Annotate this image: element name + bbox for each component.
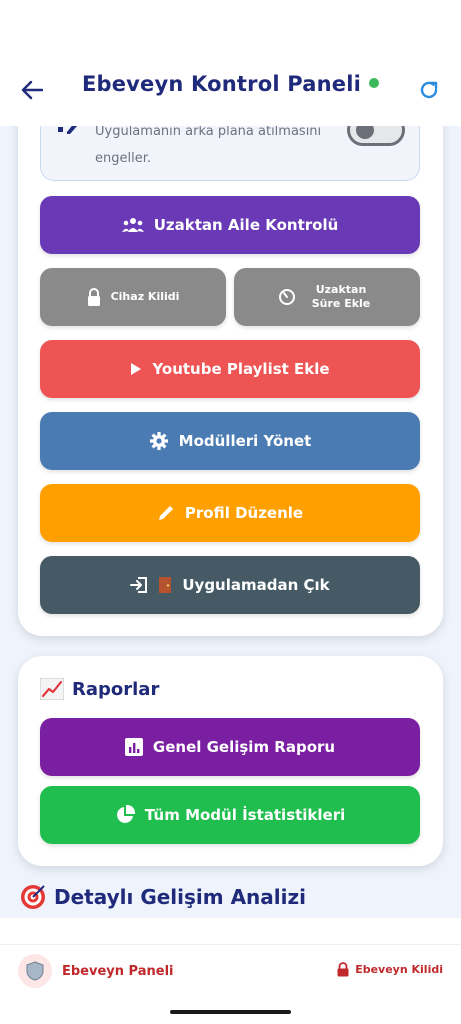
refresh-button[interactable] xyxy=(415,76,443,104)
target-icon xyxy=(21,885,45,909)
reports-title: Raporlar xyxy=(72,678,160,700)
chart-increasing-icon xyxy=(40,678,64,700)
app-header: Ebeveyn Kontrol Paneli xyxy=(0,0,461,126)
shield-icon xyxy=(26,961,44,981)
lock-icon xyxy=(87,288,101,306)
online-status-dot xyxy=(369,78,380,88)
bar-chart-icon xyxy=(124,738,143,756)
gear-icon xyxy=(149,431,169,451)
parent-lock-label: Ebeveyn Kilidi xyxy=(355,963,443,976)
parent-panel-label: Ebeveyn Paneli xyxy=(62,963,174,979)
control-card: Uygulamanın arka plana atılmasını engell… xyxy=(18,96,443,636)
home-indicator xyxy=(170,1010,291,1014)
remote-family-control-button[interactable]: Uzaktan Aile Kontrolü xyxy=(40,196,420,254)
door-icon xyxy=(158,576,172,594)
general-report-button[interactable]: Genel Gelişim Raporu xyxy=(40,718,420,776)
remote-add-time-button[interactable]: Uzaktan Süre Ekle xyxy=(234,268,420,326)
page-title: Ebeveyn Kontrol Paneli xyxy=(0,72,461,96)
analysis-title: Detaylı Gelişim Analizi xyxy=(54,885,306,909)
reports-heading: Raporlar xyxy=(40,678,159,700)
timer-icon xyxy=(278,288,296,306)
manage-modules-button[interactable]: Modülleri Yönet xyxy=(40,412,420,470)
youtube-playlist-button[interactable]: Youtube Playlist Ekle xyxy=(40,340,420,398)
remote-add-time-label: Uzaktan Süre Ekle xyxy=(311,283,371,310)
bottom-divider xyxy=(0,944,461,945)
edit-profile-button[interactable]: Profil Düzenle xyxy=(40,484,420,542)
remote-family-control-label: Uzaktan Aile Kontrolü xyxy=(153,216,339,234)
play-icon xyxy=(130,362,142,376)
device-lock-button[interactable]: Cihaz Kilidi xyxy=(40,268,226,326)
general-report-label: Genel Gelişim Raporu xyxy=(152,738,336,756)
reports-card: Raporlar Genel Gelişim Raporu Tüm Modül … xyxy=(18,656,443,866)
shield-avatar xyxy=(18,954,52,988)
edit-profile-label: Profil Düzenle xyxy=(184,504,304,522)
pie-chart-icon xyxy=(115,805,135,825)
device-lock-label: Cihaz Kilidi xyxy=(110,290,180,303)
manage-modules-label: Modülleri Yönet xyxy=(178,432,312,450)
refresh-icon xyxy=(420,81,438,99)
pencil-icon xyxy=(157,504,175,522)
background-block-description: Uygulamanın arka plana atılmasını engell… xyxy=(95,124,322,166)
analysis-heading: Detaylı Gelişim Analizi xyxy=(20,884,306,910)
parent-lock-tab[interactable]: Ebeveyn Kilidi xyxy=(337,962,443,977)
module-stats-label: Tüm Modül İstatistikleri xyxy=(144,806,346,824)
exit-app-button[interactable]: Uygulamadan Çık xyxy=(40,556,420,614)
module-stats-button[interactable]: Tüm Modül İstatistikleri xyxy=(40,786,420,844)
exit-app-label: Uygulamadan Çık xyxy=(182,576,330,594)
page-title-text: Ebeveyn Kontrol Paneli xyxy=(81,72,362,96)
youtube-playlist-label: Youtube Playlist Ekle xyxy=(152,360,330,378)
group-icon xyxy=(121,217,144,233)
exit-icon xyxy=(130,576,148,594)
parent-panel-tab[interactable]: Ebeveyn Paneli xyxy=(18,954,173,988)
lock-icon xyxy=(337,962,349,977)
